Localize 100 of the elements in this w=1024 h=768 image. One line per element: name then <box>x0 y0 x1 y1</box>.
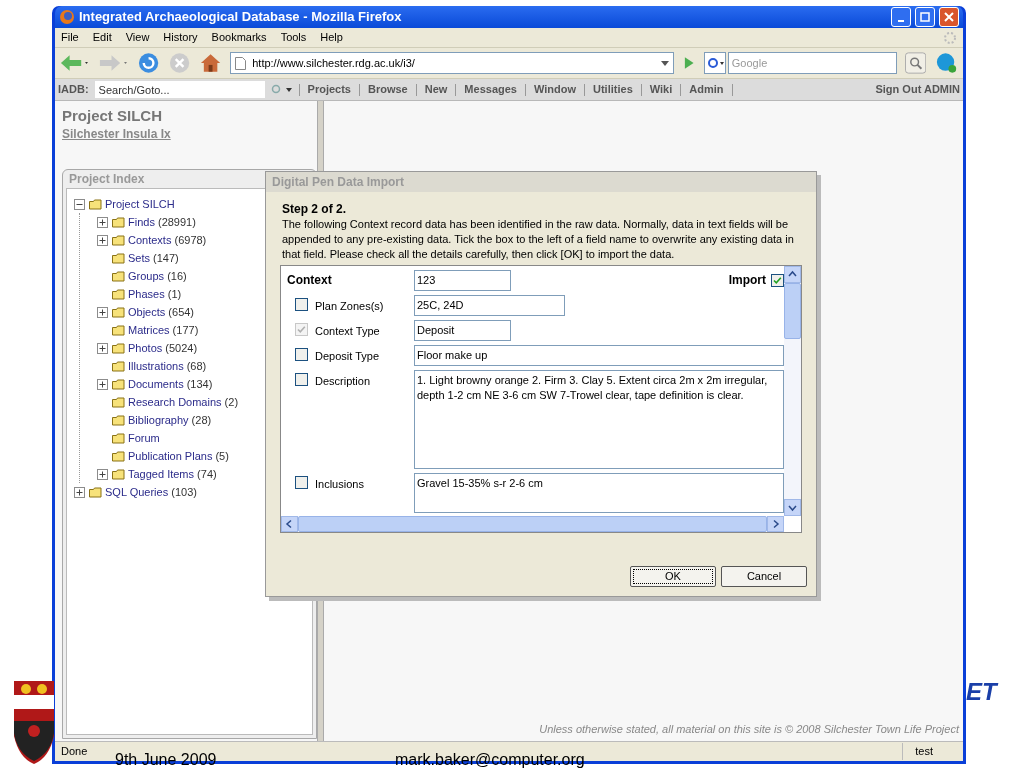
tree-item[interactable]: Objects (654) <box>128 303 195 321</box>
field-label: Inclusions <box>315 477 364 492</box>
checkbox[interactable] <box>295 348 308 361</box>
nav-link[interactable]: Window <box>531 81 578 98</box>
scroll-up-icon[interactable] <box>784 266 801 283</box>
nav-link[interactable]: Messages <box>462 81 519 98</box>
scroll-thumb[interactable] <box>784 283 801 339</box>
reload-icon[interactable] <box>136 51 160 75</box>
tree-item[interactable]: Tagged Items (74) <box>128 465 217 483</box>
tree-item[interactable]: Project SILCH <box>105 195 175 213</box>
check-icon <box>297 325 306 334</box>
expand-icon[interactable] <box>97 234 108 246</box>
close-button[interactable] <box>939 7 959 27</box>
address-field[interactable]: http://www.silchester.rdg.ac.uk/i3/ <box>230 52 675 74</box>
nav-link[interactable]: Admin <box>687 81 726 98</box>
text-area[interactable]: 1. Light browny orange 2. Firm 3. Clay 5. Extent circa 2m x 2m irregular, depth 1-2 cm NE 3-6 cm SW 7-Trowel clear, tape definition is clear. <box>414 370 784 469</box>
menu-item[interactable]: History <box>163 29 198 46</box>
folder-icon <box>112 468 125 480</box>
menu-item[interactable]: File <box>61 29 79 46</box>
field-label: Context Type <box>315 324 380 339</box>
collapse-icon[interactable] <box>74 198 85 210</box>
scroll-right-icon[interactable] <box>767 516 784 532</box>
dialog-button[interactable]: OK <box>630 566 716 587</box>
tree-item[interactable]: Sets (147) <box>128 249 179 267</box>
text-field[interactable]: Floor make up <box>414 345 784 366</box>
tree-item[interactable]: Contexts (6978) <box>128 231 207 249</box>
field-label: Plan Zones(s) <box>315 299 384 314</box>
text-field[interactable]: 25C, 24D <box>414 295 565 316</box>
throbber-icon <box>943 30 957 45</box>
expand-icon[interactable] <box>97 216 108 228</box>
check-icon <box>773 275 782 285</box>
folder-icon <box>89 486 102 498</box>
menu-item[interactable]: Edit <box>92 29 112 46</box>
logo-text: ET <box>966 677 997 707</box>
tree-item[interactable]: Research Domains (2) <box>128 393 239 411</box>
maximize-button[interactable] <box>915 7 935 27</box>
expand-icon[interactable] <box>97 306 108 318</box>
menu-item[interactable]: View <box>125 29 150 46</box>
folder-icon <box>112 306 125 318</box>
field-label: Deposit Type <box>315 349 379 364</box>
page-icon <box>235 56 247 70</box>
minimize-button[interactable] <box>891 7 911 27</box>
instructions-text: The following Context record data has been identified in the raw data. Normally, data in text fields will be appended to any pre-existing data. Tick the box to the left of a field name to overwrite any existing data in that field. Please check all the details carefully, then click [OK] to import the data. <box>282 217 795 262</box>
checkbox[interactable] <box>295 373 308 386</box>
status-text: Done <box>61 744 88 760</box>
minimize-icon <box>898 19 904 22</box>
expand-icon[interactable] <box>74 486 85 498</box>
nav-link[interactable]: Utilities <box>591 81 635 98</box>
folder-icon <box>112 432 125 444</box>
tree-item[interactable]: Matrices (177) <box>128 321 199 339</box>
scroll-down-icon[interactable] <box>784 499 801 516</box>
text-area[interactable]: Gravel 15-35% s-r 2-6 cm <box>414 473 784 513</box>
tree-item[interactable]: Forum <box>128 429 160 447</box>
tree-item[interactable]: Photos (5024) <box>128 339 198 357</box>
search-icon[interactable] <box>904 52 926 74</box>
vertical-scrollbar[interactable] <box>784 266 801 516</box>
checkbox[interactable] <box>771 273 784 287</box>
nav-link[interactable]: Browse <box>366 81 410 98</box>
tree-item[interactable]: Finds (28991) <box>128 213 196 231</box>
app-label: IADB: <box>58 82 89 98</box>
folder-icon <box>112 216 125 228</box>
import-label: Import <box>728 272 766 289</box>
caret-icon[interactable] <box>661 60 670 66</box>
folder-icon <box>112 378 125 390</box>
tree-item[interactable]: Groups (16) <box>128 267 187 285</box>
expand-icon[interactable] <box>97 342 108 354</box>
expand-icon[interactable] <box>97 468 108 480</box>
menu-item[interactable]: Help <box>320 29 343 46</box>
tree-item[interactable]: Phases (1) <box>128 285 182 303</box>
context-field[interactable]: 123 <box>414 269 511 291</box>
folder-icon <box>89 198 102 210</box>
menu-item[interactable]: Bookmarks <box>211 29 267 46</box>
tree-item[interactable]: Documents (134) <box>128 375 213 393</box>
checkbox[interactable] <box>295 298 308 311</box>
folder-icon <box>112 288 125 300</box>
search-engine-icon[interactable] <box>703 52 726 74</box>
project-title: Project SILCH <box>62 107 164 125</box>
expand-icon[interactable] <box>97 378 108 390</box>
close-icon <box>944 12 954 22</box>
tree-item[interactable]: Bibliography (28) <box>128 411 212 429</box>
folder-icon <box>112 324 125 336</box>
nav-link[interactable]: Projects <box>305 81 353 98</box>
field-label: Description <box>315 374 371 389</box>
checkbox[interactable] <box>295 476 308 489</box>
goto-search-field[interactable]: Search/Goto... <box>94 81 265 98</box>
search-icon[interactable] <box>270 83 293 96</box>
menu-item[interactable]: Tools <box>280 29 307 46</box>
folder-icon <box>112 450 125 462</box>
tree-item[interactable]: SQL Queries (103) <box>105 483 197 501</box>
tree-item[interactable]: Publication Plans (5) <box>128 447 229 465</box>
nav-link[interactable]: Wiki <box>647 81 675 98</box>
web-search-field[interactable]: Google <box>727 52 897 74</box>
nav-link[interactable]: New <box>422 81 450 98</box>
scroll-left-icon[interactable] <box>281 516 298 532</box>
home-icon[interactable] <box>199 51 223 75</box>
sign-out-link[interactable]: Sign Out ADMIN <box>875 81 960 98</box>
panel-title: Project Index <box>69 171 145 188</box>
tree-item[interactable]: Illustrations (68) <box>128 357 207 375</box>
folder-icon <box>112 360 125 372</box>
dialog-button[interactable]: Cancel <box>721 566 807 587</box>
